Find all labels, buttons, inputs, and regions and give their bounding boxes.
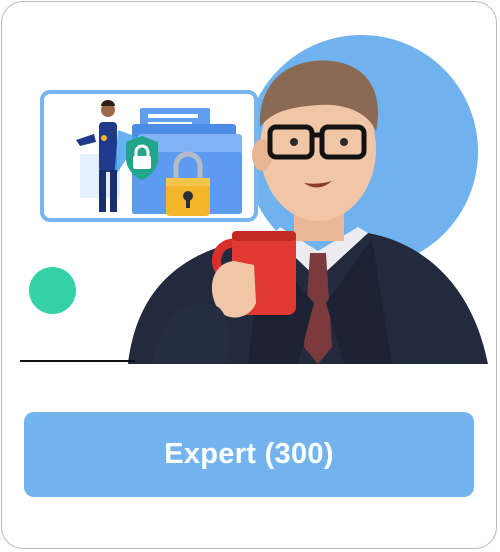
divider-line [20, 360, 135, 362]
decorative-dot [29, 267, 76, 314]
hero-scene [2, 2, 496, 364]
businessman-character [128, 60, 488, 364]
expert-level-button[interactable]: Expert (300) [24, 412, 474, 497]
level-card: Expert (300) [1, 1, 497, 549]
